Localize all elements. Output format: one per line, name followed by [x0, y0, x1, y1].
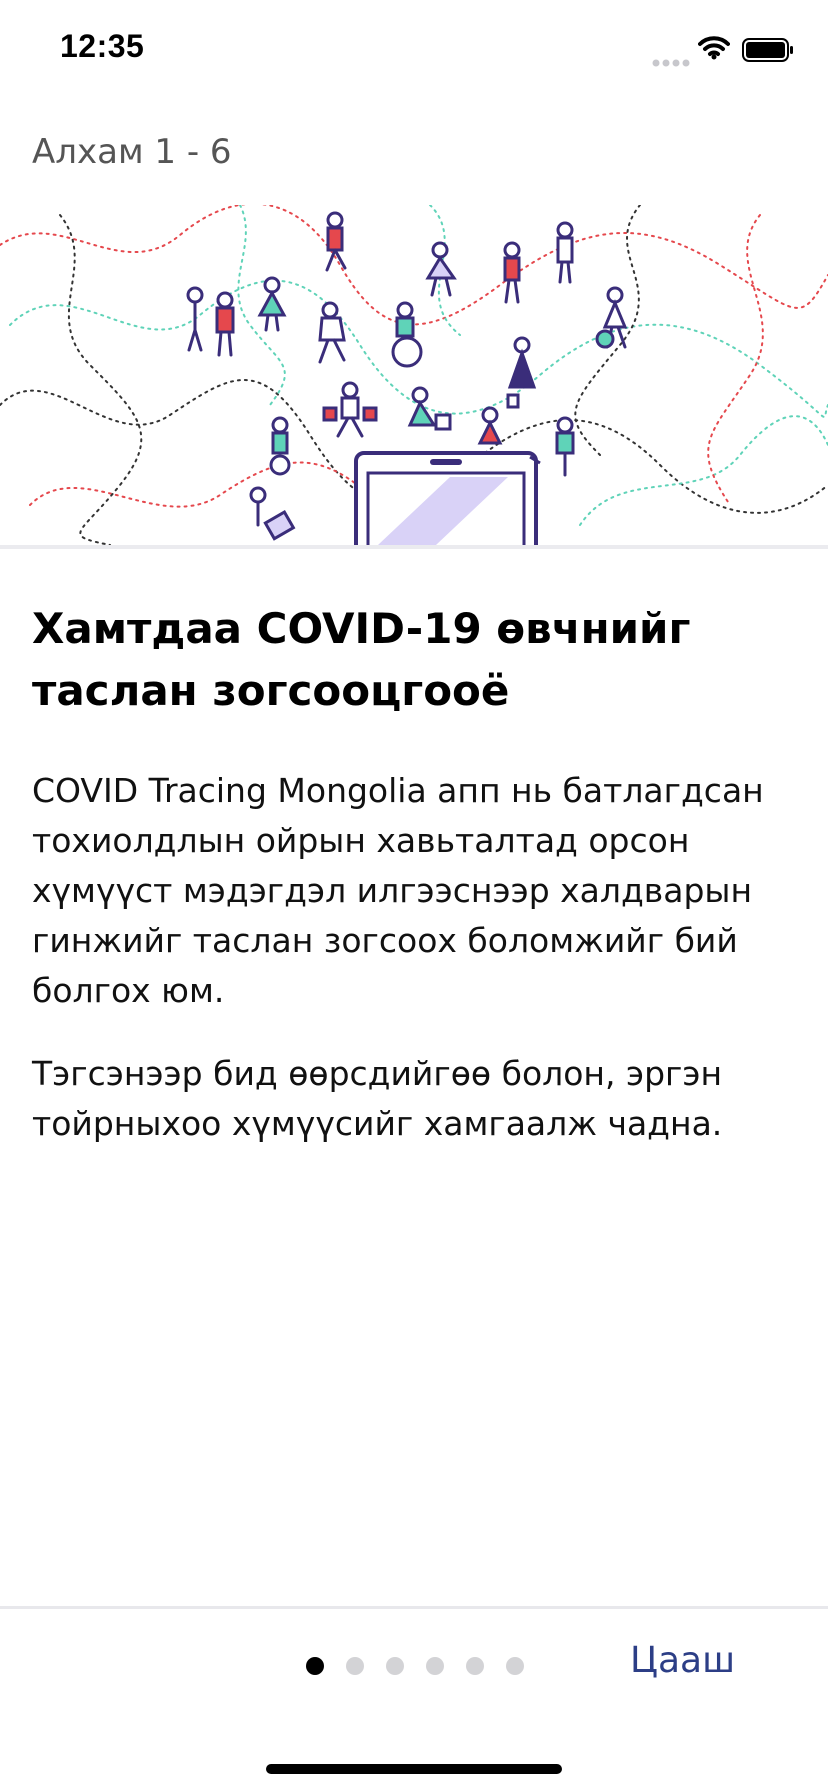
status-bar: 12:35 — [0, 0, 828, 100]
page-dot-6[interactable] — [506, 1657, 524, 1675]
description-paragraph-2: Тэгсэнээр бид өөрсдийгөө болон, эргэн то… — [32, 1054, 723, 1143]
battery-icon — [742, 38, 794, 66]
step-indicator: Алхам 1 - 6 — [32, 132, 232, 172]
page-indicator[interactable] — [306, 1657, 524, 1675]
page-title: Хамтдаа COVID-19 өвчнийг таслан зогсооцг… — [32, 604, 691, 715]
hero-divider — [0, 545, 828, 549]
cellular-signal-icon — [652, 52, 692, 71]
page-dot-2[interactable] — [346, 1657, 364, 1675]
footer-divider — [0, 1606, 828, 1609]
status-time: 12:35 — [60, 28, 145, 64]
home-indicator[interactable] — [266, 1764, 562, 1774]
description-paragraph-1: COVID Tracing Mongolia апп нь батлагдсан… — [32, 771, 764, 1010]
page-dot-3[interactable] — [386, 1657, 404, 1675]
onboarding-screen: 12:35 Алхам 1 - 6 Хамтдаа COVID-19 өвчни… — [0, 0, 828, 1792]
wifi-icon — [698, 36, 730, 64]
page-dot-5[interactable] — [466, 1657, 484, 1675]
next-button[interactable]: Цааш — [630, 1640, 735, 1681]
hero-illustration — [0, 205, 828, 545]
page-dot-4[interactable] — [426, 1657, 444, 1675]
page-dot-1[interactable] — [306, 1657, 324, 1675]
